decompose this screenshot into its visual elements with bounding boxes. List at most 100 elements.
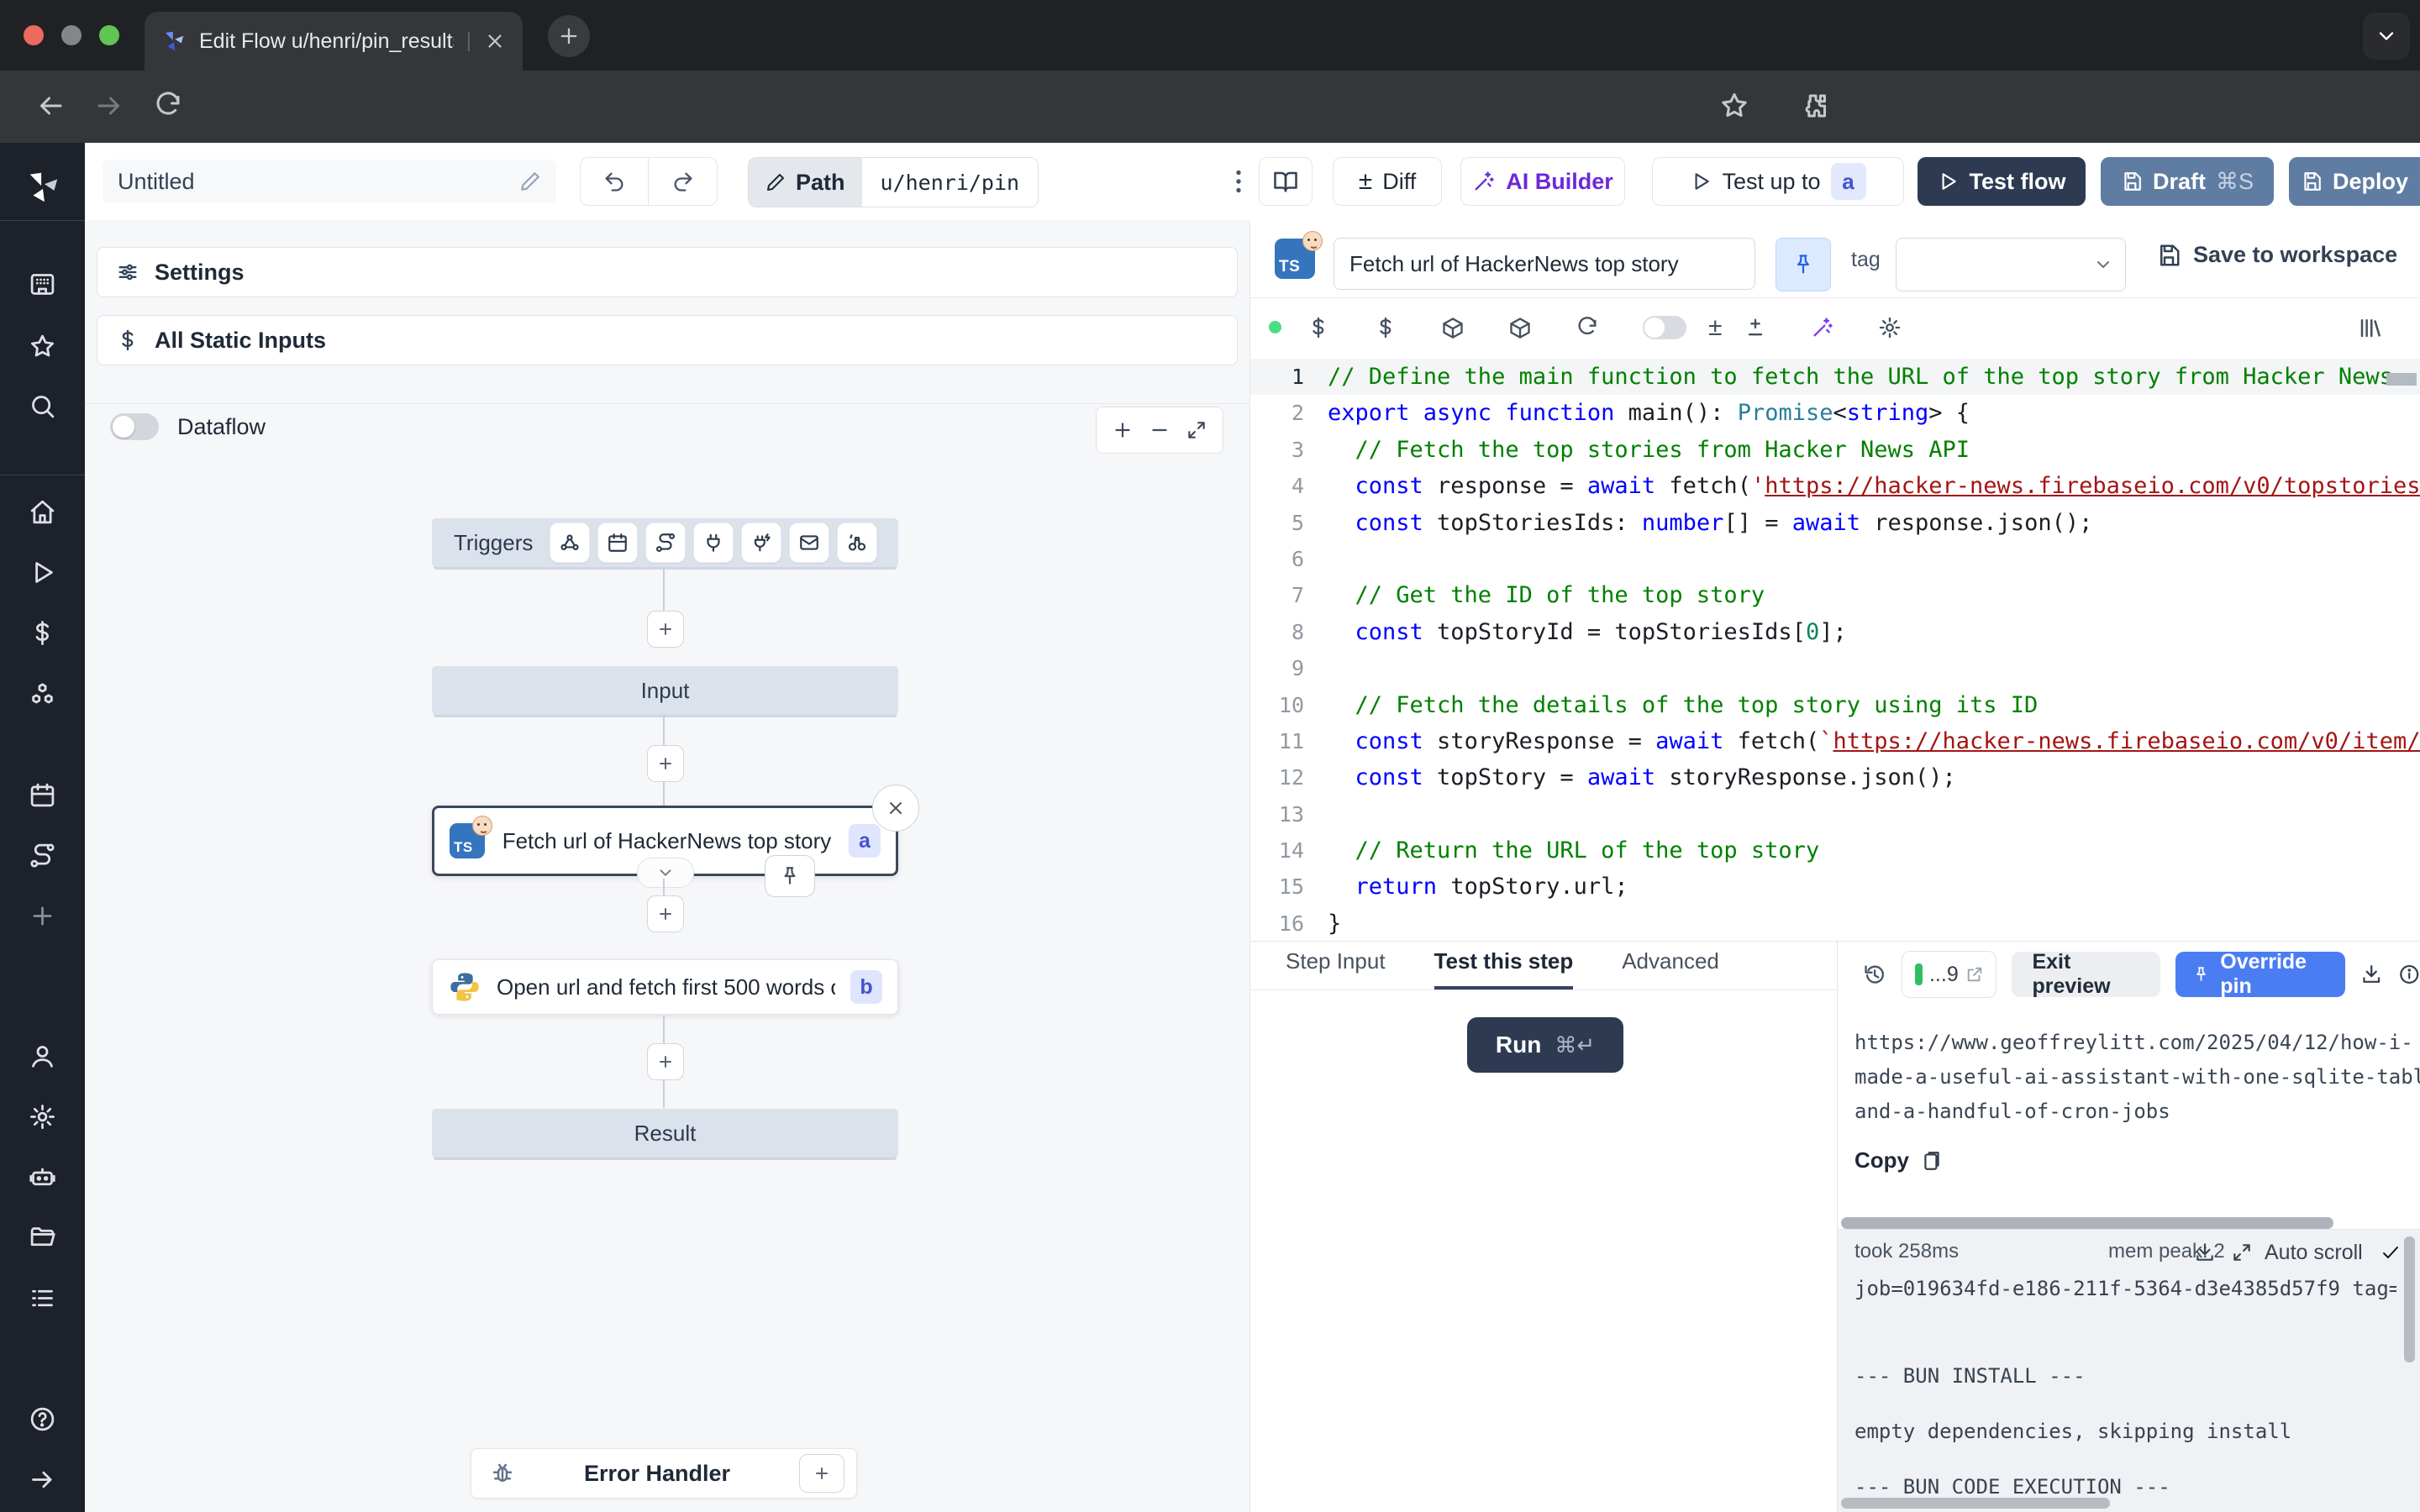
- bookmark-icon[interactable]: [1719, 91, 1749, 121]
- expand-logs-icon[interactable]: [2231, 1242, 2253, 1263]
- code-editor[interactable]: 1// Define the main function to fetch th…: [1249, 356, 2420, 941]
- vertical-scrollbar[interactable]: [2404, 1236, 2415, 1362]
- sidebar-item-gear[interactable]: [29, 1103, 56, 1131]
- sidebar-item-arrow-right[interactable]: [29, 1466, 56, 1494]
- dataflow-toggle[interactable]: [110, 413, 159, 440]
- step-node-b[interactable]: Open url and fetch first 500 words of ..…: [432, 959, 898, 1015]
- tab-close-icon[interactable]: [484, 30, 506, 52]
- sidebar-item-star[interactable]: [29, 333, 56, 360]
- more-options-icon[interactable]: [1223, 166, 1254, 197]
- sidebar-item-user[interactable]: [29, 1042, 56, 1070]
- job-badge[interactable]: ...9: [1902, 951, 1996, 998]
- step-name-input[interactable]: [1334, 238, 1755, 290]
- code-line-5[interactable]: 5 const topStoriesIds: number[] = await …: [1250, 505, 2420, 541]
- gear-icon[interactable]: [1878, 316, 1902, 339]
- draft-button[interactable]: Draft ⌘S: [2101, 157, 2274, 206]
- triggers-node[interactable]: Triggers: [432, 518, 898, 567]
- plus-minus-icon[interactable]: [1744, 316, 1767, 339]
- sidebar-item-play[interactable]: [29, 559, 56, 586]
- extensions-icon[interactable]: [1798, 91, 1828, 121]
- download-result-icon[interactable]: [2360, 962, 2382, 987]
- package-icon[interactable]: [1441, 316, 1465, 339]
- code-line-7[interactable]: 7 // Get the ID of the top story: [1250, 577, 2420, 613]
- minimap-slider[interactable]: [2386, 373, 2417, 386]
- code-line-3[interactable]: 3 // Fetch the top stories from Hacker N…: [1250, 432, 2420, 468]
- check-icon[interactable]: [2381, 1242, 2401, 1263]
- trigger-route-button[interactable]: [645, 522, 686, 563]
- flow-name-field[interactable]: Untitled: [103, 160, 556, 203]
- trigger-calendar-button[interactable]: [597, 522, 638, 563]
- sidebar-item-plus[interactable]: [29, 902, 56, 930]
- pin-toggle-button[interactable]: [1776, 238, 1831, 291]
- copy-result-button[interactable]: Copy: [1854, 1147, 1943, 1173]
- test-flow-button[interactable]: Test flow: [1918, 157, 2086, 206]
- test-up-to-button[interactable]: Test up to a: [1652, 157, 1904, 206]
- sidebar-item-route[interactable]: [29, 842, 56, 869]
- input-node[interactable]: Input: [432, 666, 898, 715]
- sidebar-item-app-window[interactable]: [29, 270, 56, 298]
- window-minimize-button[interactable]: [61, 25, 82, 45]
- flow-settings-button[interactable]: Settings: [97, 247, 1238, 297]
- window-close-button[interactable]: [24, 25, 44, 45]
- sidebar-item-robot[interactable]: [29, 1163, 56, 1191]
- windmill-logo-icon[interactable]: [24, 168, 62, 207]
- editor-toggle[interactable]: [1643, 316, 1686, 339]
- trigger-binoculars-button[interactable]: [837, 522, 877, 563]
- save-to-workspace-button[interactable]: Save to workspace: [2156, 242, 2397, 268]
- zoom-out-icon[interactable]: [1149, 419, 1171, 441]
- ai-builder-button[interactable]: AI Builder: [1460, 157, 1625, 206]
- step-node-a[interactable]: TS Fetch url of HackerNews top story a: [432, 806, 898, 876]
- sidebar-item-home[interactable]: [29, 498, 56, 526]
- path-value[interactable]: u/henri/pin: [862, 158, 1039, 207]
- code-line-14[interactable]: 14 // Return the URL of the top story: [1250, 832, 2420, 869]
- static-inputs-button[interactable]: All Static Inputs: [97, 315, 1238, 365]
- code-line-13[interactable]: 13: [1250, 796, 2420, 832]
- result-value[interactable]: https://www.geoffreylitt.com/2025/04/12/…: [1854, 1026, 2412, 1129]
- sidebar-item-calendar[interactable]: [29, 781, 56, 809]
- diff-button[interactable]: ± Diff: [1333, 157, 1442, 206]
- sidebar-item-search[interactable]: [29, 392, 56, 420]
- pinned-indicator-button[interactable]: [765, 855, 815, 897]
- exit-preview-button[interactable]: Exit preview: [2012, 952, 2160, 997]
- history-icon[interactable]: [1863, 961, 1886, 988]
- dollar-icon[interactable]: [1374, 316, 1397, 339]
- path-button[interactable]: Path: [749, 158, 862, 207]
- remove-step-button[interactable]: [872, 785, 919, 832]
- add-step-button[interactable]: [647, 745, 684, 782]
- dollar-icon[interactable]: [1307, 316, 1330, 339]
- docs-button[interactable]: [1259, 157, 1313, 206]
- undo-button[interactable]: [580, 157, 649, 206]
- window-maximize-button[interactable]: [99, 25, 119, 45]
- code-line-4[interactable]: 4 const response = await fetch('https://…: [1250, 468, 2420, 504]
- forward-icon[interactable]: [94, 91, 124, 121]
- package-icon[interactable]: [1508, 316, 1532, 339]
- add-step-button[interactable]: [647, 611, 684, 648]
- tab-step-input[interactable]: Step Input: [1286, 948, 1386, 990]
- plus-minus-icon[interactable]: ±: [1708, 313, 1722, 342]
- code-line-11[interactable]: 11 const storyResponse = await fetch(`ht…: [1250, 723, 2420, 759]
- sidebar-item-help[interactable]: [29, 1405, 56, 1433]
- code-line-10[interactable]: 10 // Fetch the details of the top story…: [1250, 687, 2420, 723]
- sidebar-item-boxes[interactable]: [29, 681, 56, 709]
- add-step-button[interactable]: [647, 895, 684, 932]
- result-node[interactable]: Result: [432, 1109, 898, 1158]
- horizontal-scrollbar[interactable]: [1841, 1498, 2110, 1509]
- sidebar-item-dollar[interactable]: [29, 619, 56, 647]
- horizontal-scrollbar[interactable]: [1841, 1217, 2333, 1229]
- code-line-6[interactable]: 6: [1250, 541, 2420, 577]
- rotate-cw-icon[interactable]: [1576, 316, 1599, 339]
- code-line-12[interactable]: 12 const topStory = await storyResponse.…: [1250, 759, 2420, 795]
- expand-step-button[interactable]: [637, 858, 694, 888]
- code-line-1[interactable]: 1// Define the main function to fetch th…: [1250, 359, 2420, 395]
- code-line-15[interactable]: 15 return topStory.url;: [1250, 869, 2420, 905]
- trigger-plug-zap-button[interactable]: [741, 522, 781, 563]
- library-icon[interactable]: [2358, 315, 2383, 340]
- override-pin-button[interactable]: Override pin: [2175, 952, 2345, 997]
- wand-icon[interactable]: [1811, 316, 1834, 339]
- tab-advanced[interactable]: Advanced: [1622, 948, 1719, 990]
- reload-icon[interactable]: [153, 91, 183, 121]
- sidebar-item-folder[interactable]: [29, 1224, 56, 1252]
- tab-test-this-step[interactable]: Test this step: [1434, 948, 1574, 990]
- deploy-button[interactable]: Deploy: [2289, 157, 2420, 206]
- redo-button[interactable]: [649, 157, 718, 206]
